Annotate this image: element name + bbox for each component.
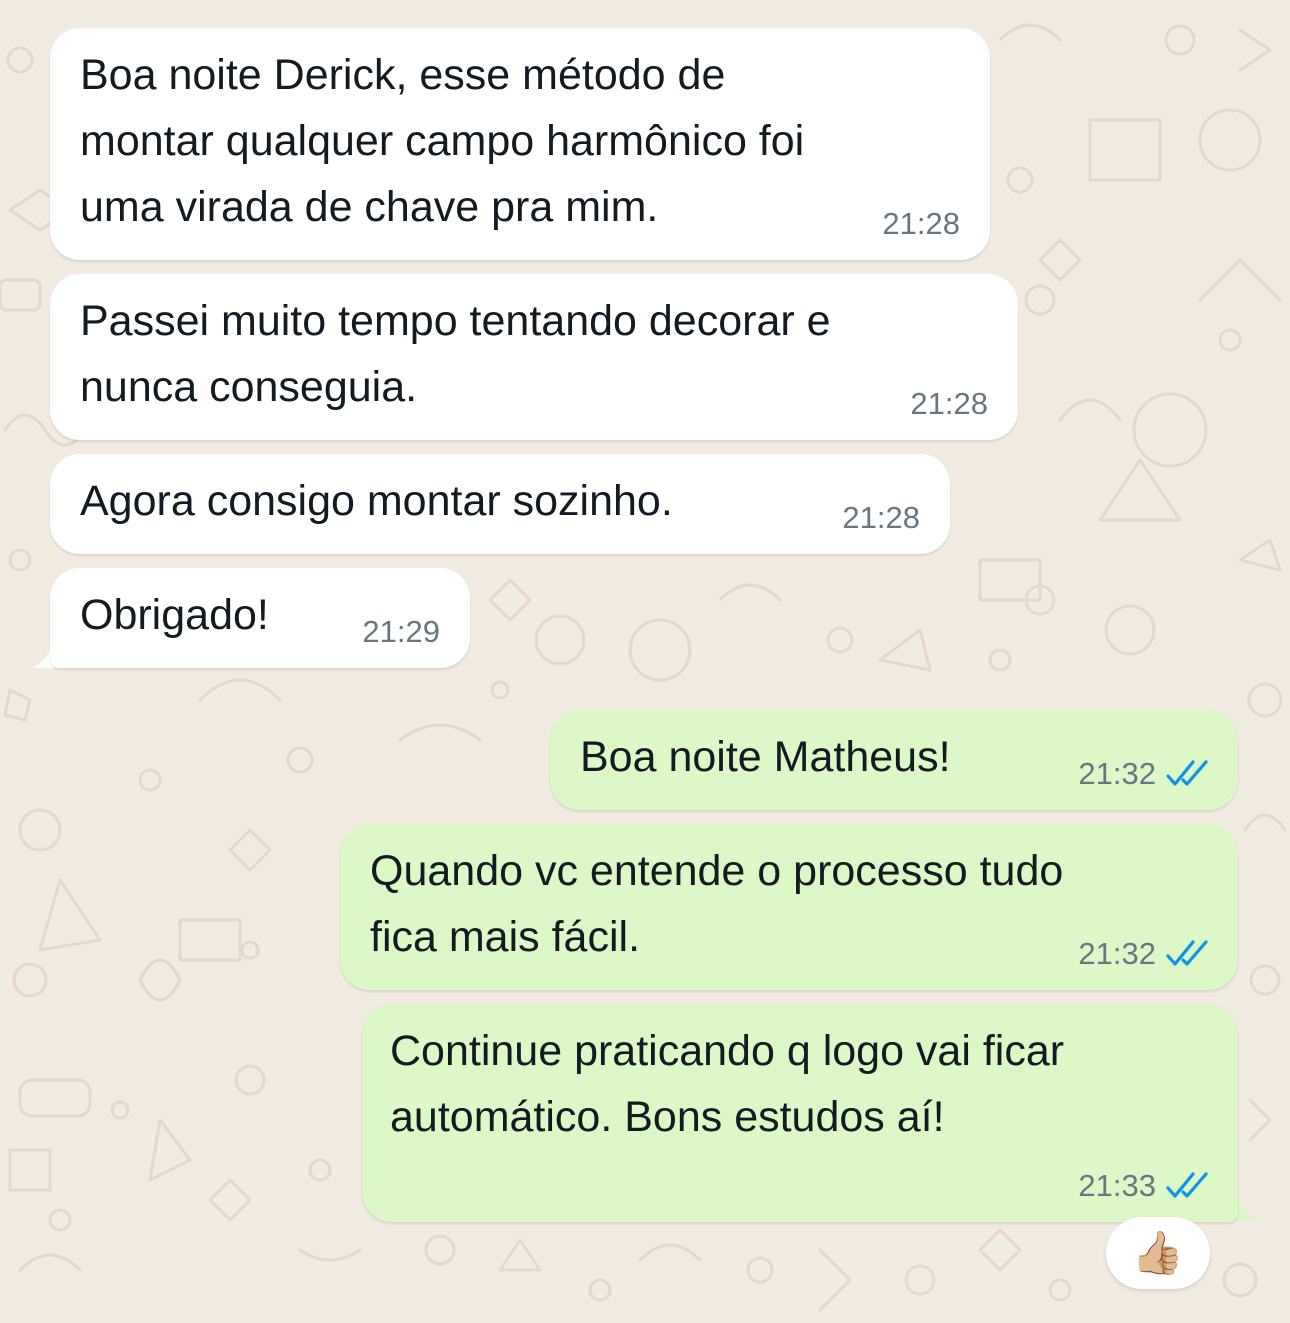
message-text-line: Boa noite Derick, esse método de [80, 51, 726, 99]
message-meta: 21:29 [362, 614, 440, 650]
message-meta: 21:32 [1078, 936, 1212, 972]
message-meta: 21:28 [842, 500, 920, 536]
message-time: 21:28 [882, 206, 960, 241]
message-time: 21:29 [362, 614, 440, 649]
message-time: 21:28 [842, 500, 920, 535]
message-time: 21:33 [1078, 1168, 1156, 1203]
thumbs-up-icon: 👍🏼 [1131, 1228, 1185, 1276]
double-check-read-icon [1166, 760, 1208, 786]
message-meta: 21:28 [910, 386, 988, 422]
message-text-line: Agora consigo montar sozinho. [80, 477, 673, 525]
message-bubble-incoming[interactable]: Boa noite Derick, esse método de montar … [50, 28, 990, 260]
message-text-line: Passei muito tempo tentando decorar e [80, 297, 831, 345]
message-meta: 21:33 [1078, 1168, 1212, 1204]
message-time: 21:28 [910, 386, 988, 421]
message-bubble-incoming[interactable]: Passei muito tempo tentando decorar e nu… [50, 274, 1018, 440]
thumbs-up-reaction[interactable]: 👍🏼 [1106, 1217, 1210, 1289]
message-bubble-incoming[interactable]: Obrigado! 21:29 [50, 568, 470, 668]
message-text-line: Quando vc entende o processo tudo [370, 847, 1064, 895]
message-text-line: automático. Bons estudos aí! [390, 1093, 945, 1141]
message-text-line: uma virada de chave pra mim. [80, 183, 659, 231]
message-text-line: nunca conseguia. [80, 363, 418, 411]
double-check-read-icon [1166, 1172, 1208, 1198]
message-text-line: fica mais fácil. [370, 913, 641, 961]
message-text-line: Obrigado! [80, 591, 269, 639]
message-bubble-outgoing[interactable]: Quando vc entende o processo tudo fica m… [340, 824, 1238, 990]
message-bubble-outgoing[interactable]: Continue praticando q logo vai ficar aut… [362, 1004, 1238, 1222]
message-text-line: Continue praticando q logo vai ficar [390, 1027, 1065, 1075]
message-text-line: montar qualquer campo harmônico foi [80, 117, 805, 165]
message-time: 21:32 [1078, 936, 1156, 971]
message-time: 21:32 [1078, 756, 1156, 791]
message-text-line: Boa noite Matheus! [580, 733, 951, 781]
message-bubble-incoming[interactable]: Agora consigo montar sozinho. 21:28 [50, 454, 950, 554]
message-bubble-outgoing[interactable]: Boa noite Matheus! 21:32 [550, 710, 1238, 810]
double-check-read-icon [1166, 940, 1208, 966]
message-meta: 21:32 [1078, 756, 1212, 792]
message-meta: 21:28 [882, 206, 960, 242]
